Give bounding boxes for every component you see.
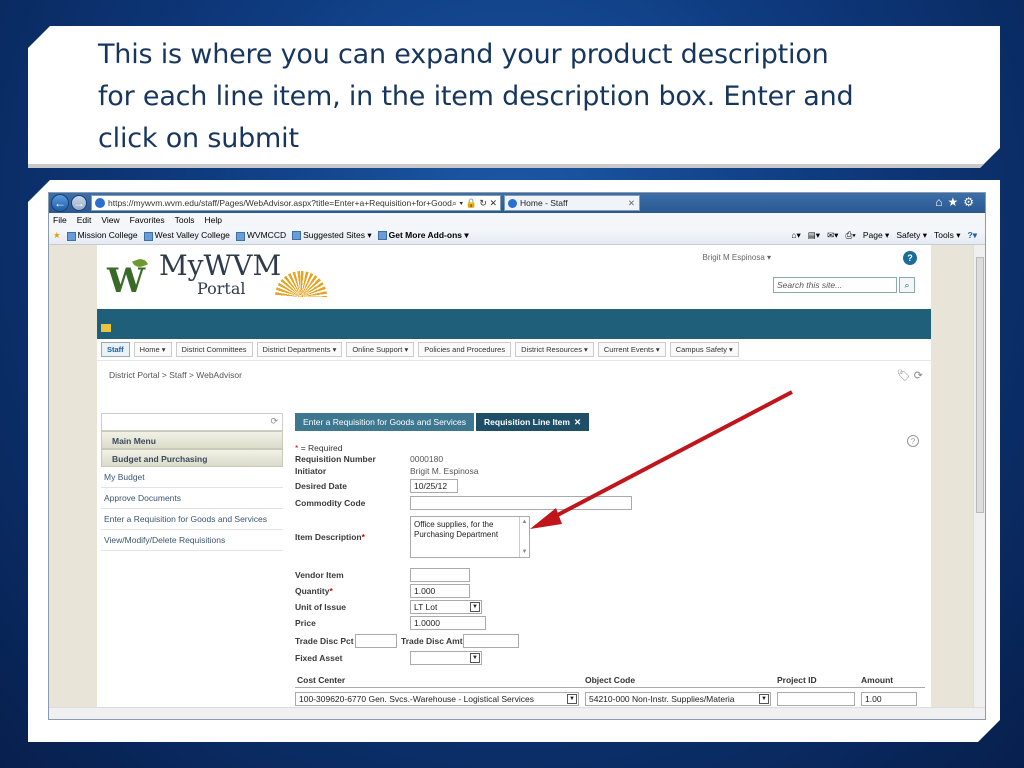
- annotation-arrow: [530, 390, 793, 529]
- arrow-head: [530, 508, 562, 529]
- arrow-shaft: [547, 390, 793, 522]
